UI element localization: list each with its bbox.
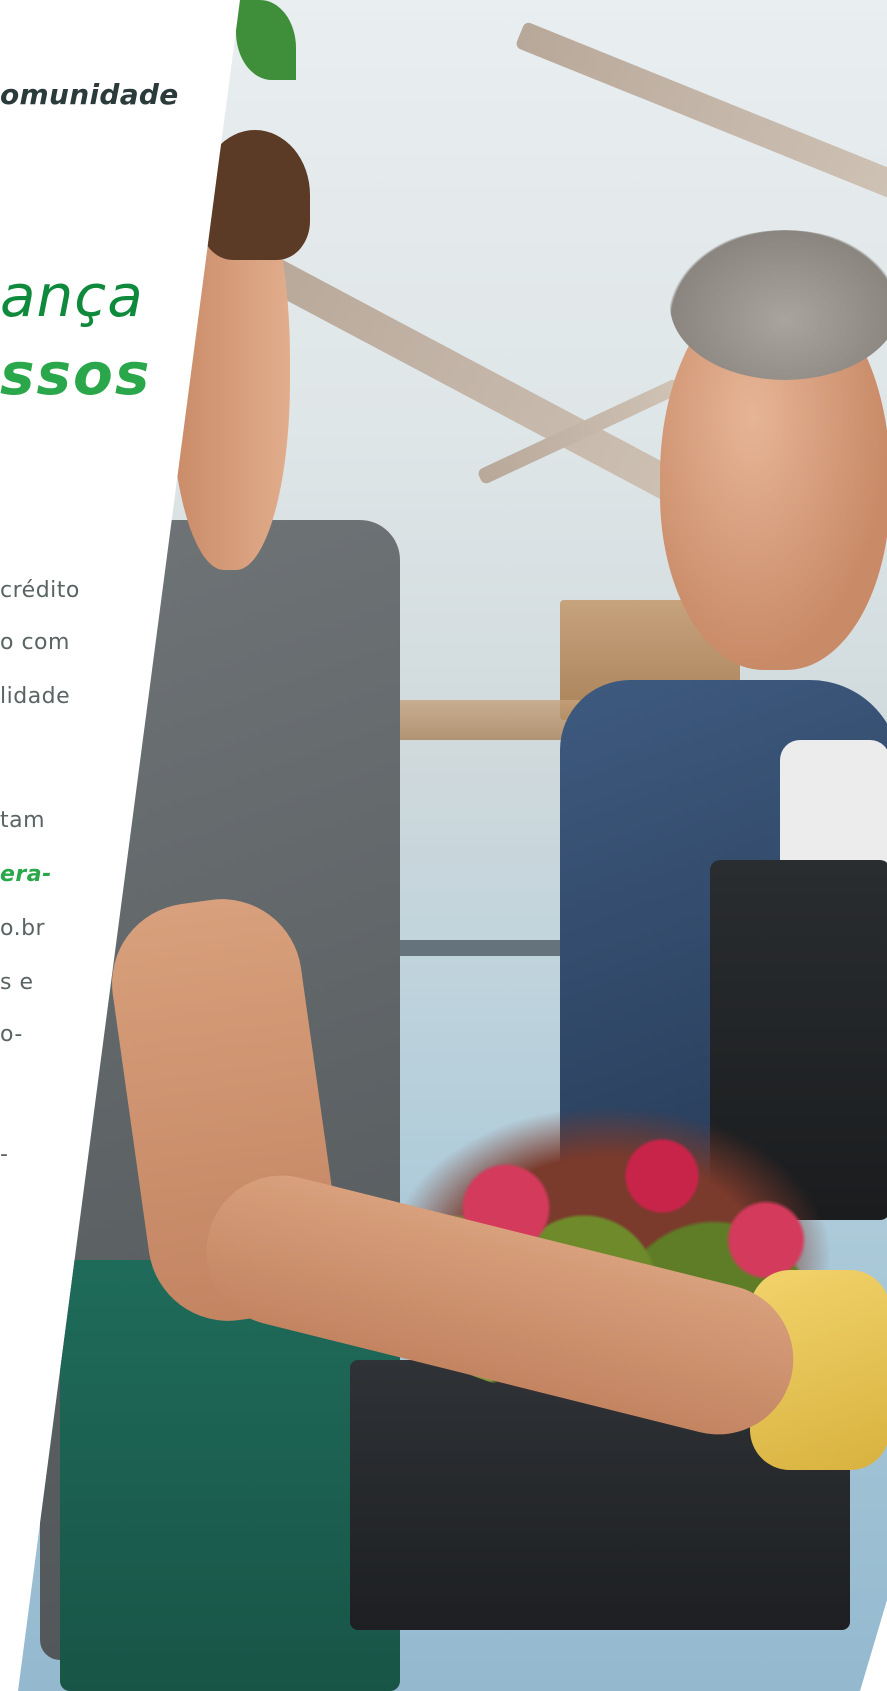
body-line: - bbox=[0, 1142, 9, 1167]
body-line: o com bbox=[0, 630, 70, 655]
body-line: s e bbox=[0, 970, 34, 995]
body-link-text: era- bbox=[0, 862, 52, 887]
body-line: tam bbox=[0, 808, 46, 833]
brochure-page: omunidade ança ssos crédito o com lidade… bbox=[0, 0, 887, 1691]
body-line: lidade bbox=[0, 684, 71, 709]
body-line: o.br bbox=[0, 916, 46, 941]
body-line: o- bbox=[0, 1022, 23, 1047]
headline-line-2: ssos bbox=[0, 340, 152, 408]
headline-line-1: ança bbox=[0, 262, 144, 330]
kicker-text: omunidade bbox=[0, 78, 179, 111]
body-line: crédito bbox=[0, 578, 80, 603]
gray-hair bbox=[670, 230, 887, 380]
